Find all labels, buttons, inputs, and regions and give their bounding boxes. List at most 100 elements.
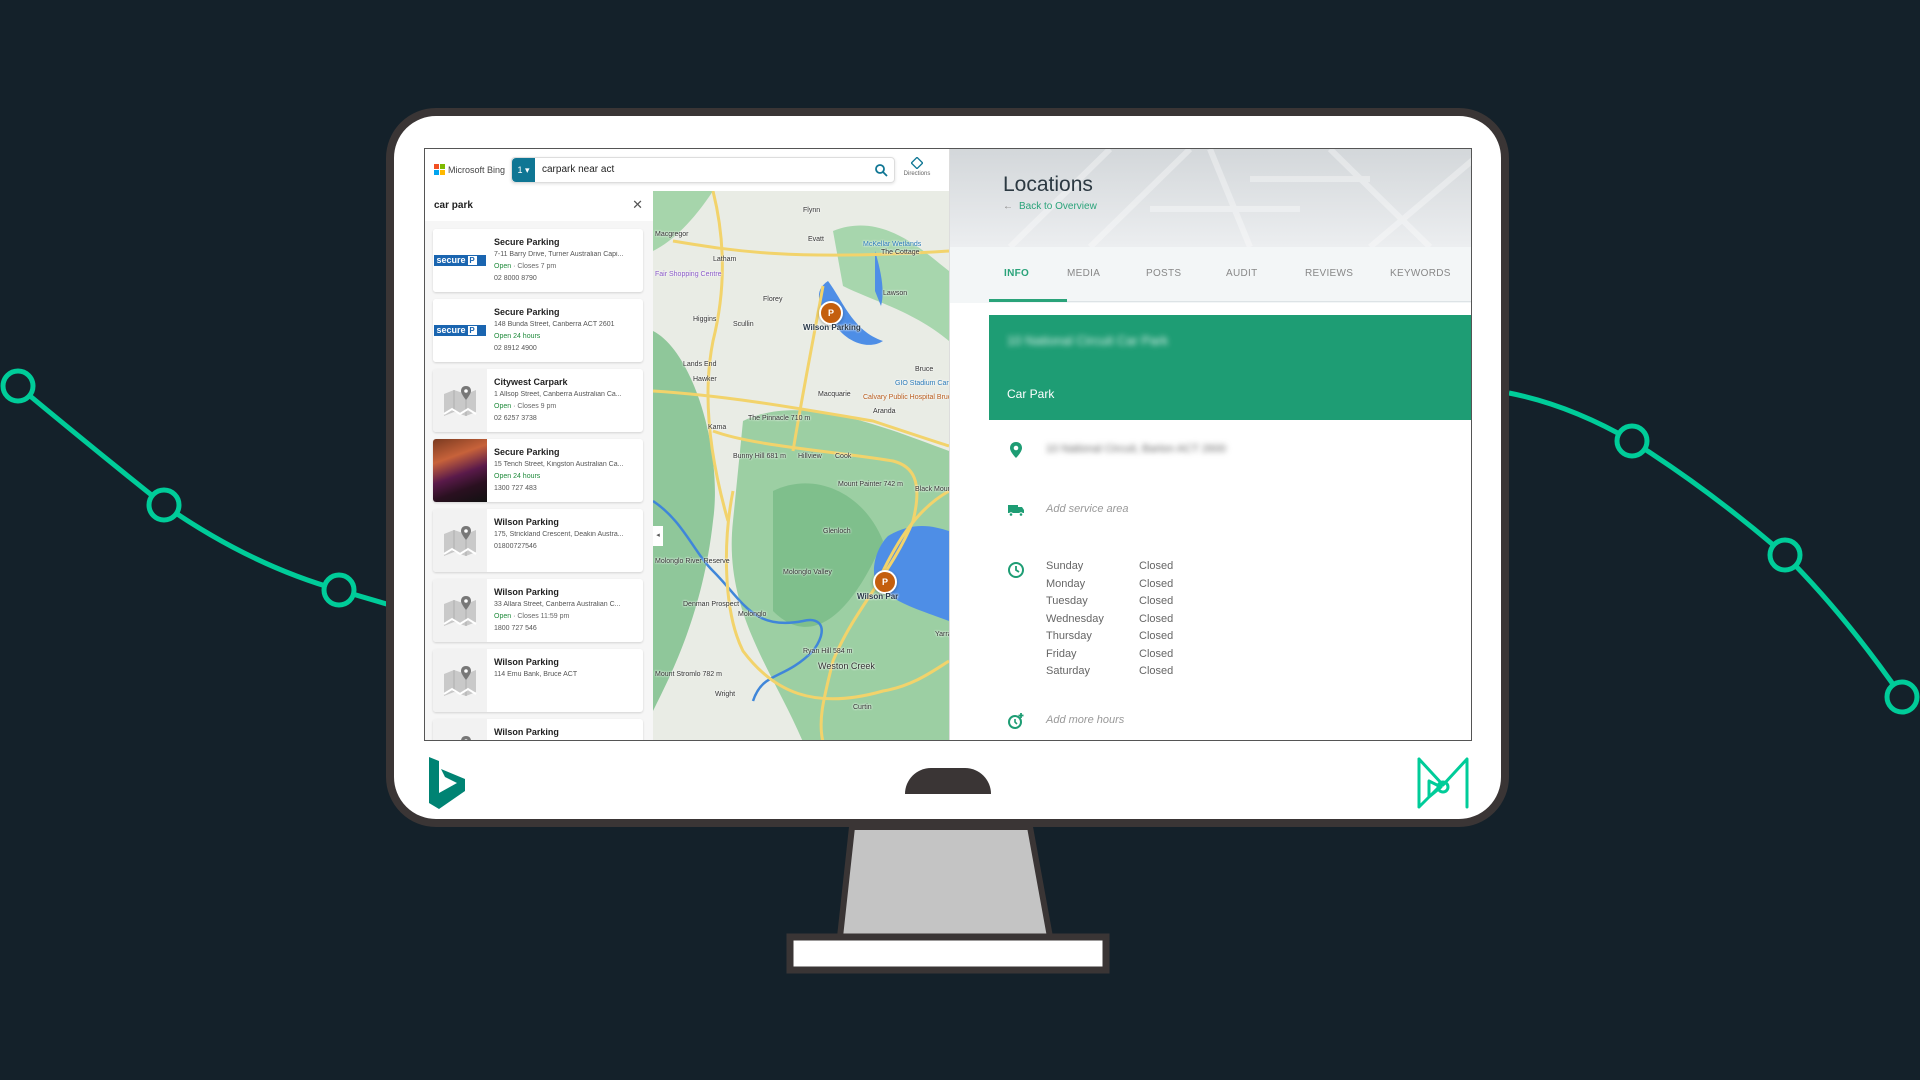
search-input[interactable]: 1 ▾ carpark near act [511, 157, 895, 183]
map-label: Latham [713, 256, 737, 263]
result-thumbnail [433, 579, 487, 642]
hours-entry: Friday Closed [1046, 646, 1173, 664]
map-label: Molonglo Valley [783, 569, 832, 576]
map-placeholder-icon [443, 665, 477, 696]
open-status: Open [494, 403, 512, 410]
active-tab-indicator [989, 299, 1067, 302]
map-pin-label: Wilson Parking [803, 323, 861, 332]
map-pin-label: Wilson Par [857, 592, 899, 601]
result-name: Wilson Parking [494, 587, 559, 597]
search-count: 1 [517, 165, 523, 175]
map-label: Mount Painter 742 m [838, 481, 903, 488]
map-label: Molonglo River Reserve [655, 558, 730, 565]
add-clock-icon [1008, 713, 1024, 729]
result-phone: 02 6257 3738 [494, 415, 537, 422]
result-card[interactable]: Wilson Parking 33 Allara Street, Canberra… [433, 579, 643, 642]
map-label: Macquarie [818, 391, 851, 398]
collapse-panel-button[interactable]: ◂ [653, 526, 663, 546]
close-icon[interactable]: ✕ [632, 197, 643, 213]
map-label: Wright [715, 691, 736, 698]
result-card[interactable]: Wilson Parking 114 Emu Bank, Bruce ACT [433, 649, 643, 712]
tab-bar: INFO MEDIA POSTS AUDIT REVIEWS KEYWORDS [950, 247, 1471, 303]
hours-value: Closed [1139, 595, 1174, 607]
result-status: Open 24 hours [494, 473, 540, 480]
map-label: Molonglo [738, 611, 767, 618]
map-label: Kama [708, 424, 727, 431]
hours-row[interactable]: Sunday Closed Monday Closed Tuesday Closed Wed… [989, 540, 1471, 693]
map-pin-parking[interactable]: P [873, 570, 897, 594]
tab-info[interactable]: INFO [1004, 268, 1029, 279]
map-placeholder-icon [452, 735, 476, 740]
decorative-node [1884, 679, 1920, 715]
result-thumbnail [433, 719, 487, 740]
tab-audit[interactable]: AUDIT [1226, 268, 1258, 279]
closing-time: · Closes 9 pm [511, 403, 557, 410]
hours-day: Monday [1046, 577, 1086, 590]
decorative-curve-left [16, 384, 391, 608]
hours-entry: Saturday Closed [1046, 663, 1173, 681]
map-label: Calvary Public Hospital Bruce [863, 394, 949, 401]
hours-day: Saturday [1046, 665, 1091, 677]
decorative-node [146, 487, 182, 523]
directions-button[interactable]: Directions [899, 156, 935, 177]
page-title: Locations [1003, 173, 1093, 196]
map-label: Bruce [915, 366, 934, 373]
hours-day: Friday [1046, 647, 1077, 660]
result-name: Wilson Parking [494, 727, 559, 737]
results-header: car park ✕ [425, 191, 653, 221]
directions-label: Directions [903, 171, 931, 177]
hours-value: Closed [1139, 630, 1174, 642]
result-card[interactable]: secure P Secure Parking 148 Bunda Street, C… [433, 299, 643, 362]
result-name: Secure Parking [494, 307, 560, 317]
back-to-overview-link[interactable]: ← Back to Overview [1003, 201, 1097, 212]
hours-entry: Wednesday Closed [1046, 611, 1173, 629]
decorative-node [1614, 423, 1650, 459]
tab-posts[interactable]: POSTS [1146, 268, 1181, 279]
result-card[interactable]: Secure Parking 15 Tench Street, Kingston … [433, 439, 643, 502]
address-row[interactable]: 10 National Circuit, Barton ACT 2600 [989, 420, 1471, 481]
bing-brand[interactable]: Microsoft Bing [434, 164, 505, 175]
monitor-camera-notch [905, 768, 991, 794]
decorative-node [0, 368, 36, 404]
map-label: Hillview [798, 453, 822, 460]
service-area-row[interactable]: Add service area [989, 480, 1471, 541]
map-label: Florey [763, 296, 783, 303]
hours-day: Wednesday [1046, 612, 1104, 625]
open-status: Open 24 hours [494, 333, 541, 340]
search-icon[interactable] [874, 163, 888, 177]
business-category: Car Park [1007, 387, 1055, 401]
hours-value: Closed [1139, 577, 1174, 590]
search-count-dropdown[interactable]: 1 ▾ [512, 158, 535, 182]
tab-keywords[interactable]: KEYWORDS [1390, 268, 1451, 279]
map-label: Scullin [733, 321, 754, 328]
map-pin-parking[interactable]: P [819, 301, 843, 325]
result-thumbnail [433, 509, 487, 572]
result-photo [433, 439, 487, 502]
map[interactable]: Flynn Macgregor Evatt McKellar Wetlands The … [653, 191, 949, 740]
result-card[interactable]: secure P Secure Parking 7-11 Barry Drive, T… [433, 229, 643, 292]
map-label: Yarra [935, 631, 949, 638]
hours-day: Tuesday [1046, 595, 1088, 607]
result-phone: 02 8000 8790 [494, 275, 537, 282]
map-label: Curtin [853, 704, 872, 711]
result-card[interactable]: Wilson Parking 175, Strickland Crescent, … [433, 509, 643, 572]
map-placeholder-icon [443, 525, 477, 556]
result-thumbnail: secure P [433, 299, 487, 362]
map-label: Denman Prospect [683, 601, 740, 608]
bing-brand-label: Microsoft Bing [448, 164, 506, 175]
map-label: Black Mountain Nature Reserve [915, 486, 949, 493]
results-panel: car park ✕ secure P Secure Parking 7-11 Bar… [425, 191, 653, 740]
result-card[interactable]: Citywest Carpark 1 Allsop Street, Canberr… [433, 369, 643, 432]
result-status: Open · Closes 7 pm [494, 263, 556, 270]
closing-time: · Closes 11:59 pm [511, 613, 570, 620]
map-label: Cook [835, 453, 852, 460]
map-label: Lands End [683, 361, 717, 368]
hours-entry: Thursday Closed [1046, 628, 1173, 646]
result-card[interactable]: Wilson Parking [433, 719, 643, 740]
decorative-curve-right [1508, 390, 1905, 699]
add-hours-row[interactable]: Add more hours [989, 692, 1471, 740]
clock-icon [1008, 562, 1024, 578]
monitor-stand-base [786, 933, 1110, 974]
tab-media[interactable]: MEDIA [1067, 268, 1100, 279]
tab-reviews[interactable]: REVIEWS [1305, 268, 1353, 279]
